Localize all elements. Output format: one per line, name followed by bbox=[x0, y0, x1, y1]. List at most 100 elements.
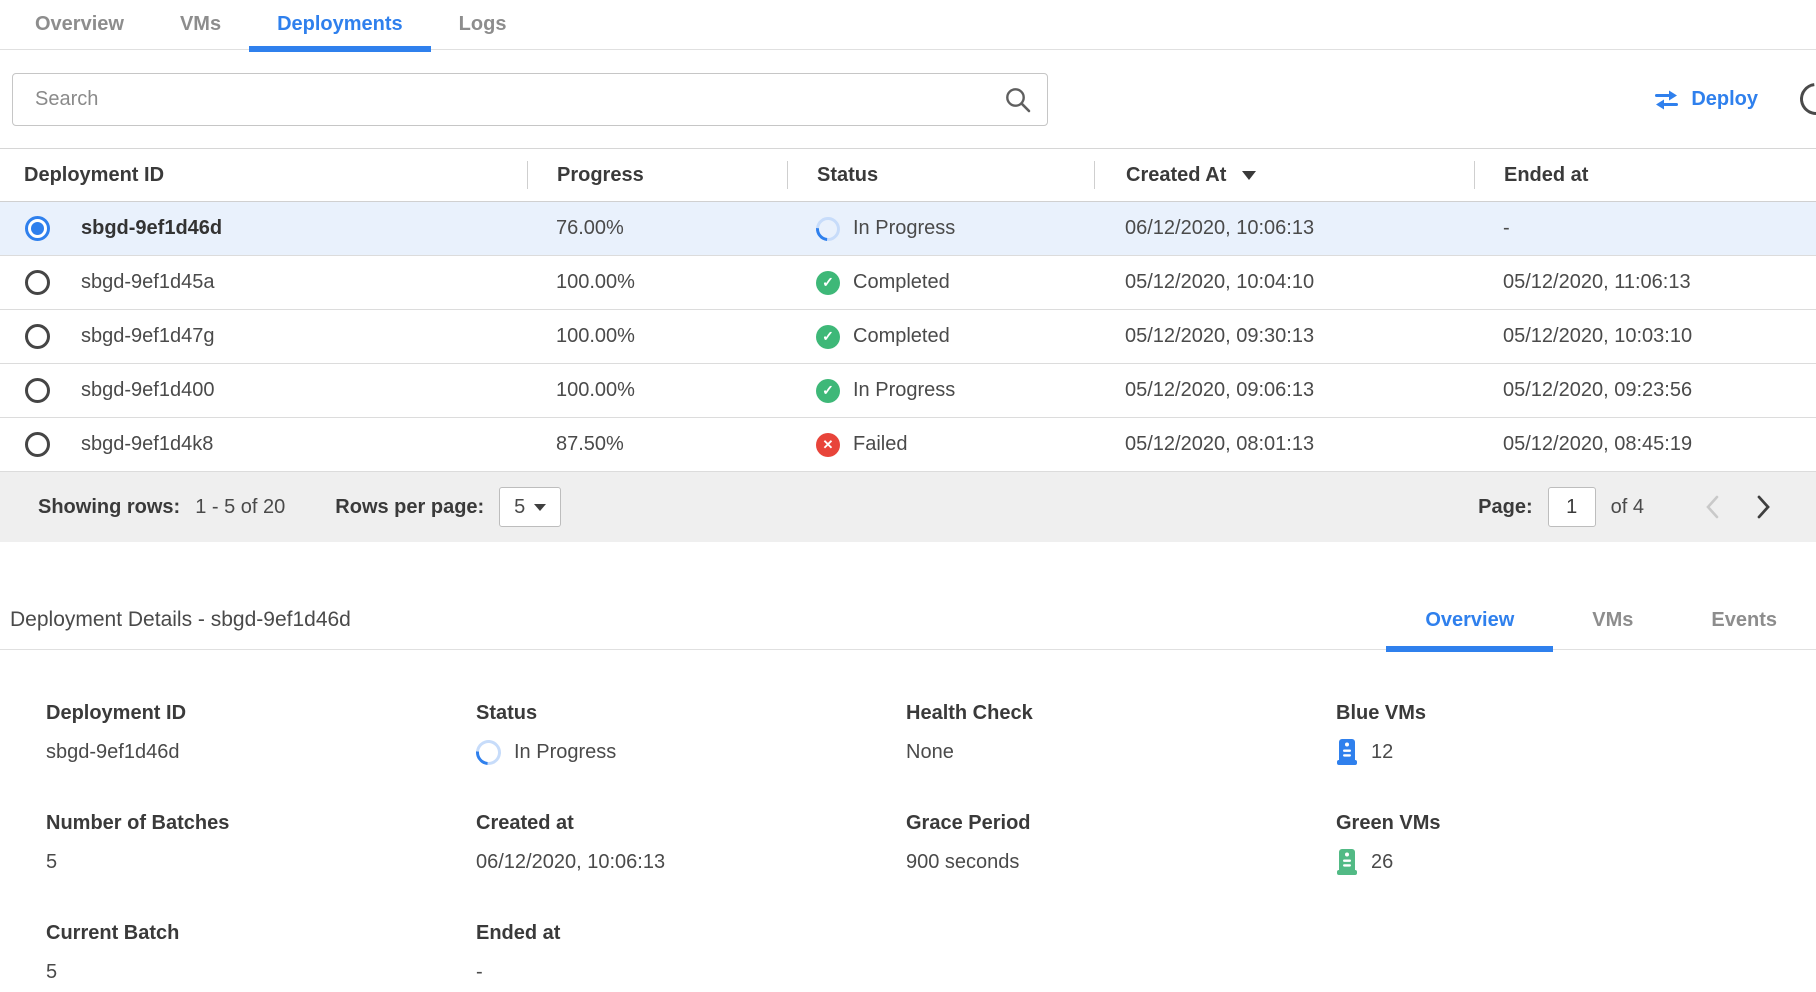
created-at-value: 05/12/2020, 09:06:13 bbox=[1094, 379, 1474, 402]
detail-field-green-vms: Green VMs 26 bbox=[1336, 812, 1766, 876]
field-value: 06/12/2020, 10:06:13 bbox=[476, 851, 665, 874]
status-label: In Progress bbox=[853, 217, 955, 240]
search-icon[interactable] bbox=[1004, 86, 1032, 114]
table-row[interactable]: sbgd-9ef1d4k8 87.50% Failed 05/12/2020, … bbox=[0, 418, 1816, 472]
details-fields: Deployment ID sbgd-9ef1d46d Status In Pr… bbox=[0, 650, 1816, 986]
rows-per-page-select[interactable]: 5 bbox=[499, 487, 561, 527]
status-spinner-icon bbox=[811, 212, 845, 246]
table-row[interactable]: sbgd-9ef1d47g 100.00% Completed 05/12/20… bbox=[0, 310, 1816, 364]
field-label: Health Check bbox=[906, 702, 1336, 725]
details-title: Deployment Details - sbgd-9ef1d46d bbox=[10, 608, 351, 649]
ended-at-value: - bbox=[1474, 217, 1816, 240]
page-number-input[interactable] bbox=[1548, 487, 1596, 527]
field-value: 5 bbox=[46, 851, 57, 874]
field-value: In Progress bbox=[514, 741, 616, 764]
detail-field-ended-at: Ended at - bbox=[476, 922, 906, 986]
search-input[interactable] bbox=[12, 73, 1048, 126]
detail-field-number-of-batches: Number of Batches 5 bbox=[46, 812, 476, 876]
previous-page-button[interactable] bbox=[1686, 487, 1738, 527]
vm-green-icon bbox=[1336, 848, 1358, 876]
refresh-icon[interactable] bbox=[1794, 77, 1816, 122]
main-tab-bar: OverviewVMsDeploymentsLogs bbox=[0, 0, 1816, 50]
detail-field-deployment-id: Deployment ID sbgd-9ef1d46d bbox=[46, 702, 476, 766]
pager: Page: of 4 bbox=[1478, 487, 1790, 527]
status-check-icon bbox=[816, 379, 840, 403]
field-value: - bbox=[476, 961, 483, 984]
created-at-value: 05/12/2020, 10:04:10 bbox=[1094, 271, 1474, 294]
column-header-progress: Progress bbox=[527, 161, 787, 189]
chevron-right-icon bbox=[1755, 494, 1773, 520]
table-row[interactable]: sbgd-9ef1d45a 100.00% Completed 05/12/20… bbox=[0, 256, 1816, 310]
deploy-label: Deploy bbox=[1691, 88, 1758, 111]
detail-field-current-batch: Current Batch 5 bbox=[46, 922, 476, 986]
tab-vms[interactable]: VMs bbox=[152, 0, 249, 49]
row-radio[interactable] bbox=[25, 216, 50, 241]
progress-value: 100.00% bbox=[527, 325, 787, 348]
details-header: Deployment Details - sbgd-9ef1d46d Overv… bbox=[0, 608, 1816, 650]
progress-value: 100.00% bbox=[527, 379, 787, 402]
field-value: 12 bbox=[1371, 741, 1393, 764]
field-value: 5 bbox=[46, 961, 57, 984]
deployment-id: sbgd-9ef1d45a bbox=[81, 271, 214, 294]
next-page-button[interactable] bbox=[1738, 487, 1790, 527]
tab-deployments[interactable]: Deployments bbox=[249, 0, 431, 49]
table-footer: Showing rows: 1 - 5 of 20 Rows per page:… bbox=[0, 472, 1816, 542]
field-label: Status bbox=[476, 702, 906, 725]
detail-field-created-at: Created at 06/12/2020, 10:06:13 bbox=[476, 812, 906, 876]
status-label: Completed bbox=[853, 325, 950, 348]
column-header-status: Status bbox=[787, 161, 1094, 189]
rows-per-page-label: Rows per page: bbox=[335, 496, 484, 519]
details-tab-overview[interactable]: Overview bbox=[1386, 609, 1553, 649]
created-at-value: 05/12/2020, 09:30:13 bbox=[1094, 325, 1474, 348]
details-tab-events[interactable]: Events bbox=[1672, 609, 1816, 649]
vm-blue-icon bbox=[1336, 738, 1358, 766]
progress-value: 76.00% bbox=[527, 217, 787, 240]
status-check-icon bbox=[816, 271, 840, 295]
table-row[interactable]: sbgd-9ef1d46d 76.00% In Progress 06/12/2… bbox=[0, 202, 1816, 256]
status-check-icon bbox=[816, 325, 840, 349]
field-label: Created at bbox=[476, 812, 906, 835]
deploy-button[interactable]: Deploy bbox=[1653, 88, 1758, 111]
detail-field-blue-vms: Blue VMs 12 bbox=[1336, 702, 1766, 766]
showing-rows-label: Showing rows: bbox=[38, 496, 180, 519]
status-label: Completed bbox=[853, 271, 950, 294]
deployment-id: sbgd-9ef1d400 bbox=[81, 379, 214, 402]
created-at-value: 06/12/2020, 10:06:13 bbox=[1094, 217, 1474, 240]
ended-at-value: 05/12/2020, 10:03:10 bbox=[1474, 325, 1816, 348]
detail-field-grace-period: Grace Period 900 seconds bbox=[906, 812, 1336, 876]
chevron-down-icon bbox=[534, 504, 546, 511]
deployment-id: sbgd-9ef1d46d bbox=[81, 217, 222, 240]
deploy-swap-icon bbox=[1653, 89, 1680, 111]
status-label: In Progress bbox=[853, 379, 955, 402]
page-total: of 4 bbox=[1611, 496, 1644, 519]
table-row[interactable]: sbgd-9ef1d400 100.00% In Progress 05/12/… bbox=[0, 364, 1816, 418]
deployment-id: sbgd-9ef1d47g bbox=[81, 325, 214, 348]
page-label: Page: bbox=[1478, 496, 1532, 519]
ended-at-value: 05/12/2020, 09:23:56 bbox=[1474, 379, 1816, 402]
detail-field-status: Status In Progress bbox=[476, 702, 906, 766]
status-label: Failed bbox=[853, 433, 907, 456]
rows-per-page-value: 5 bbox=[514, 496, 525, 519]
search-box bbox=[12, 73, 1048, 126]
progress-value: 100.00% bbox=[527, 271, 787, 294]
deployments-table: Deployment ID Progress Status Created At… bbox=[0, 148, 1816, 542]
column-header-created-at[interactable]: Created At bbox=[1094, 161, 1474, 189]
deployment-id: sbgd-9ef1d4k8 bbox=[81, 433, 213, 456]
row-radio[interactable] bbox=[25, 432, 50, 457]
details-tab-vms[interactable]: VMs bbox=[1553, 609, 1672, 649]
ended-at-value: 05/12/2020, 08:45:19 bbox=[1474, 433, 1816, 456]
progress-value: 87.50% bbox=[527, 433, 787, 456]
field-label: Number of Batches bbox=[46, 812, 476, 835]
tab-overview[interactable]: Overview bbox=[7, 0, 152, 49]
in-progress-spinner-icon bbox=[471, 734, 506, 769]
row-radio[interactable] bbox=[25, 324, 50, 349]
row-radio[interactable] bbox=[25, 378, 50, 403]
row-radio[interactable] bbox=[25, 270, 50, 295]
ended-at-value: 05/12/2020, 11:06:13 bbox=[1474, 271, 1816, 294]
field-label: Green VMs bbox=[1336, 812, 1766, 835]
field-label: Deployment ID bbox=[46, 702, 476, 725]
column-header-ended-at: Ended at bbox=[1474, 161, 1816, 189]
tab-logs[interactable]: Logs bbox=[431, 0, 535, 49]
field-value: None bbox=[906, 741, 954, 764]
details-tab-bar: OverviewVMsEvents bbox=[1386, 609, 1816, 649]
